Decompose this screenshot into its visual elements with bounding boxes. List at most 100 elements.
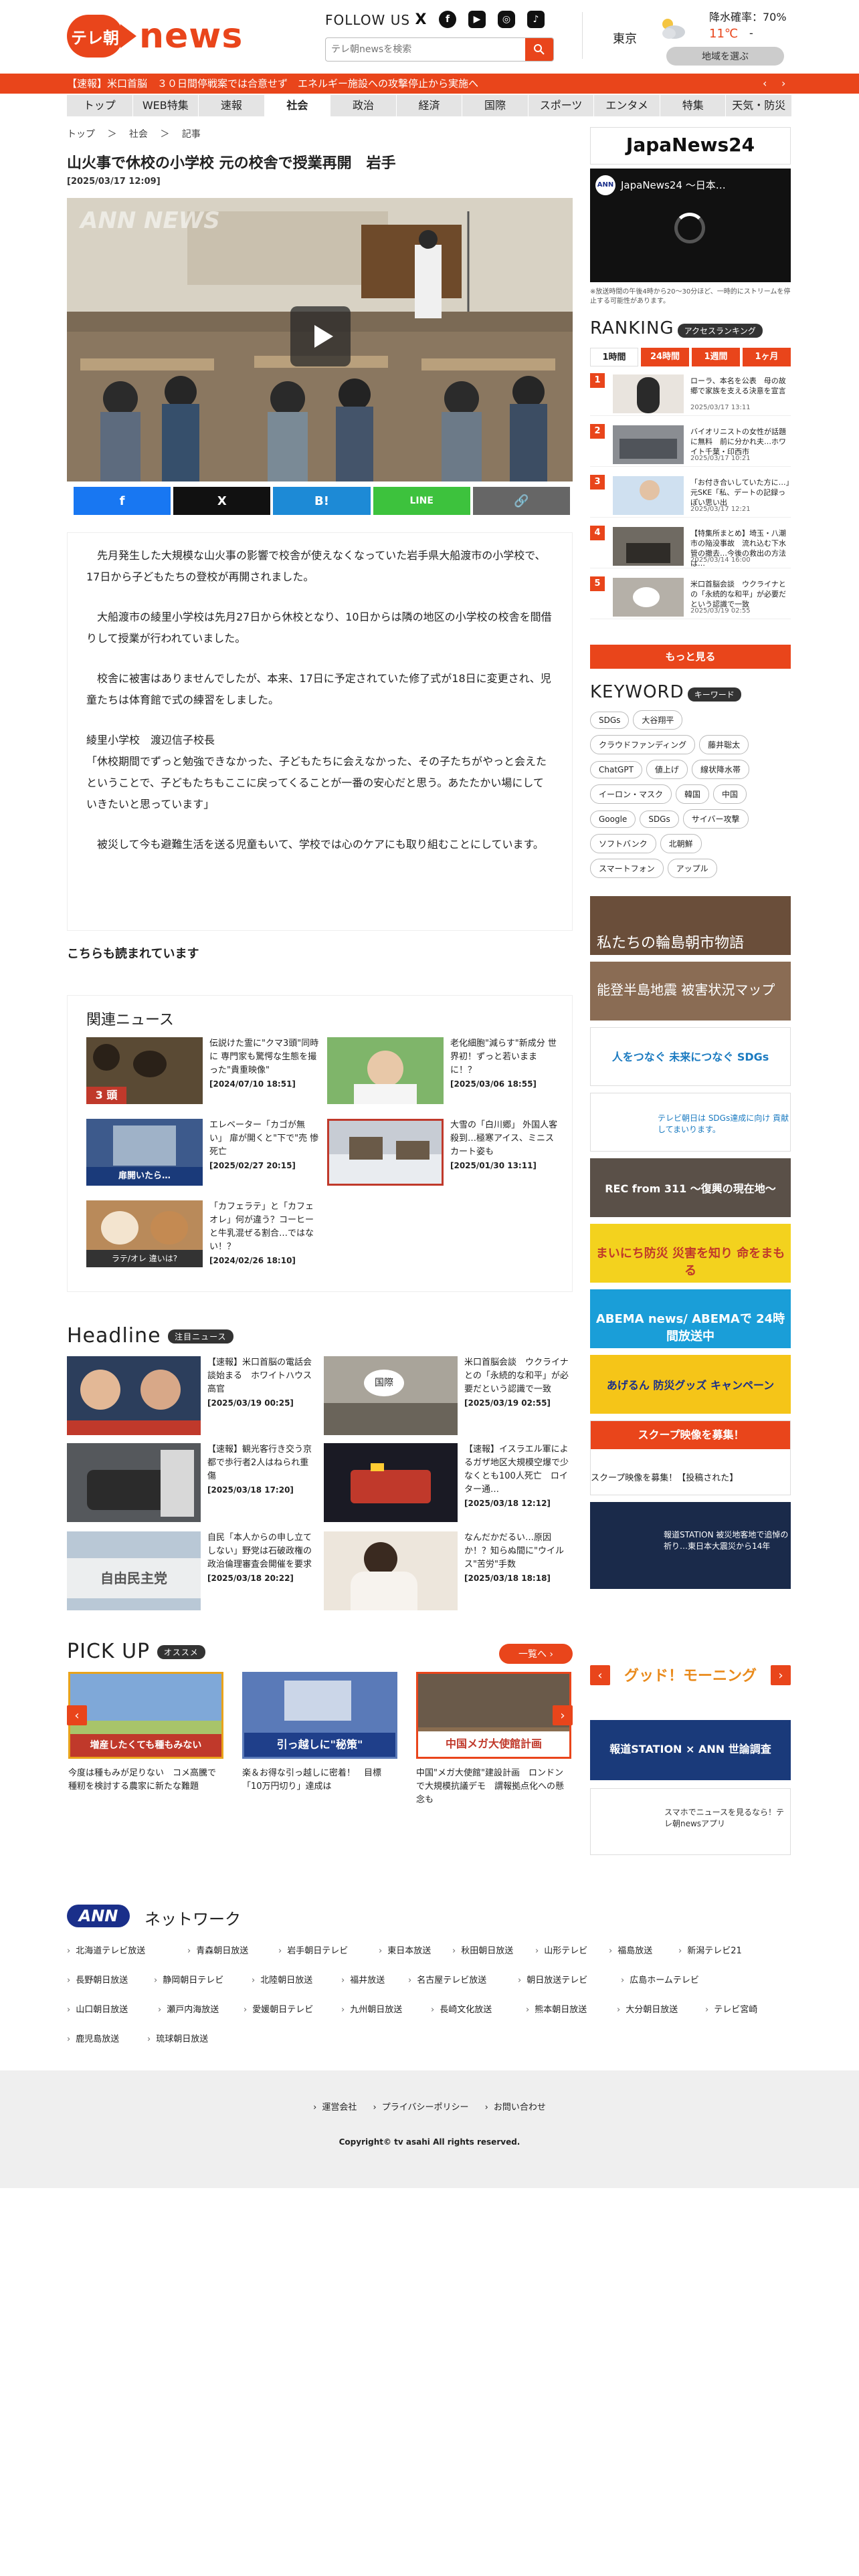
keyword-tag[interactable]: SDGs bbox=[640, 811, 679, 828]
banner-noto-map[interactable]: 能登半島地震 被害状況マップ bbox=[590, 962, 791, 1021]
live-stream-player[interactable]: ANN JapaNews24 〜日本… bbox=[590, 169, 791, 282]
tab-politics[interactable]: 政治 bbox=[330, 95, 397, 116]
keyword-tag[interactable]: 藤井聡太 bbox=[699, 735, 749, 754]
keyword-tag[interactable]: イーロン・マスク bbox=[590, 784, 672, 804]
network-station[interactable]: 福井放送 bbox=[341, 1973, 385, 1985]
tab-web-feature[interactable]: WEB特集 bbox=[133, 95, 199, 116]
tab-entertainment[interactable]: エンタメ bbox=[594, 95, 660, 116]
network-station[interactable]: 新潟テレビ21 bbox=[678, 1943, 742, 1956]
share-facebook-button[interactable]: f bbox=[74, 487, 171, 515]
ranking-item[interactable]: 3 「お付き合いしていた方に…」元SKE「私、デートの記録っぽい思い出 2025… bbox=[590, 475, 791, 518]
network-station[interactable]: 広島ホームテレビ bbox=[621, 1973, 699, 1985]
network-station[interactable]: 東日本放送 bbox=[379, 1943, 431, 1956]
related-item[interactable]: 扉開いたら… エレベーター「カゴが無い」 扉が開くと"下で"売 惨死亡 [2025… bbox=[86, 1119, 320, 1186]
banner-wajima[interactable]: 私たちの輪島朝市物語 bbox=[590, 896, 791, 955]
network-station[interactable]: テレビ宮崎 bbox=[705, 2002, 757, 2015]
article-video-player[interactable]: ANN NEWS bbox=[67, 198, 573, 481]
search-input[interactable] bbox=[331, 42, 518, 57]
keyword-tag[interactable]: SDGs bbox=[590, 712, 630, 729]
tab-society[interactable]: 社会 bbox=[264, 95, 331, 116]
breadcrumb-top[interactable]: トップ bbox=[67, 129, 95, 140]
keyword-tag[interactable]: ChatGPT bbox=[590, 761, 642, 778]
tiktok-icon[interactable]: ♪ bbox=[527, 11, 545, 28]
ranking-tab-1h[interactable]: 1時間 bbox=[590, 348, 638, 366]
keyword-tag[interactable]: ソフトバンク bbox=[590, 834, 656, 853]
network-station[interactable]: 福島放送 bbox=[609, 1943, 652, 1956]
network-station[interactable]: 愛媛朝日テレビ bbox=[244, 2002, 313, 2015]
network-station[interactable]: 山形テレビ bbox=[535, 1943, 587, 1956]
ranking-item[interactable]: 5 米口首脳会談 ウクライナとの「永続的な和平」が必要だという認識で一致 202… bbox=[590, 576, 791, 619]
banner-bousai[interactable]: まいにち防災 災害を知り 命をまもる bbox=[590, 1224, 791, 1283]
network-station[interactable]: 岩手朝日テレビ bbox=[278, 1943, 348, 1956]
keyword-tag[interactable]: 値上げ bbox=[646, 760, 688, 779]
share-line-button[interactable]: LINE bbox=[373, 487, 470, 515]
pickup-prev-button[interactable]: ‹ bbox=[67, 1705, 87, 1725]
ranking-item[interactable]: 4 【特集所まとめ】埼玉・八潮市の陥没事故 流れ込む下水管の撤去…今後の救出の方… bbox=[590, 526, 791, 568]
tab-breaking[interactable]: 速報 bbox=[199, 95, 265, 116]
banner-sdgs-contribute[interactable]: テレビ朝日は SDGs達成に向け 貢献してまいります。 bbox=[590, 1093, 791, 1152]
facebook-icon[interactable]: f bbox=[439, 11, 456, 28]
banner-abema[interactable]: ABEMA news/ ABEMAで 24時間放送中 bbox=[590, 1289, 791, 1348]
tab-international[interactable]: 国際 bbox=[462, 95, 529, 116]
related-item[interactable]: 老化細胞"減らす"新成分 世界初！ずっと若いままに！？ [2025/03/06 1… bbox=[327, 1037, 561, 1104]
keyword-tag[interactable]: クラウドファンディング bbox=[590, 735, 696, 754]
headline-item[interactable]: 国際 米口首脳会談 ウクライナとの「永続的な和平」が必要だという認識で一致 [20… bbox=[324, 1356, 573, 1435]
headline-item[interactable]: 【速報】観光客行き交う京都で歩行者2人はねられ重傷 [2025/03/18 17:… bbox=[67, 1443, 316, 1522]
related-item[interactable]: 3 頭 伝説けた霊に"クマ3頭"同時に 専門家も驚愕な生態を撮った"貴重映像" [… bbox=[86, 1037, 320, 1104]
tab-special[interactable]: 特集 bbox=[660, 95, 727, 116]
banner-good-morning[interactable]: グッド！モーニング bbox=[624, 1640, 757, 1712]
keyword-tag[interactable]: Google bbox=[590, 811, 636, 828]
network-station[interactable]: 琉球朝日放送 bbox=[147, 2032, 208, 2044]
headline-item[interactable]: 【速報】米口首脳の電話会談始まる ホワイトハウス高官 [2025/03/19 00… bbox=[67, 1356, 316, 1435]
keyword-tag[interactable]: 韓国 bbox=[676, 784, 710, 804]
instagram-icon[interactable]: ◎ bbox=[498, 11, 515, 28]
share-hatena-button[interactable]: B! bbox=[273, 487, 371, 515]
sidebar-next-button[interactable]: › bbox=[771, 1665, 791, 1685]
network-station[interactable]: 瀬戸内海放送 bbox=[158, 2002, 219, 2015]
network-station[interactable]: 鹿児島放送 bbox=[67, 2032, 119, 2044]
tab-top[interactable]: トップ bbox=[67, 95, 133, 116]
network-station[interactable]: 静岡朝日テレビ bbox=[154, 1973, 223, 1985]
keyword-tag[interactable]: 大谷翔平 bbox=[633, 710, 683, 730]
ranking-item[interactable]: 1 ローラ、本名を公表 母の故郷で家族を支える決意を宣言 2025/03/17 … bbox=[590, 373, 791, 416]
pickup-next-button[interactable]: › bbox=[553, 1705, 573, 1725]
search-button[interactable] bbox=[525, 38, 553, 61]
japanews24-logo[interactable]: JapaNews24 bbox=[590, 127, 791, 165]
network-station[interactable]: 長崎文化放送 bbox=[431, 2002, 492, 2015]
network-station[interactable]: 熊本朝日放送 bbox=[526, 2002, 587, 2015]
tab-economy[interactable]: 経済 bbox=[397, 95, 463, 116]
ranking-tab-24h[interactable]: 24時間 bbox=[641, 348, 689, 366]
ranking-more-button[interactable]: もっと見る bbox=[590, 645, 791, 669]
pickup-item[interactable]: 中国メガ大使館計画 中国"メガ大使館"建設計画 ロンドンで大規模抗議デモ 謂報拠… bbox=[416, 1672, 571, 1812]
ranking-tab-1w[interactable]: 1週間 bbox=[692, 348, 740, 366]
network-station[interactable]: 長野朝日放送 bbox=[67, 1973, 128, 1985]
breadcrumb-society[interactable]: 社会 bbox=[129, 129, 148, 140]
site-logo[interactable]: テレ朝 news bbox=[67, 15, 242, 58]
ranking-item[interactable]: 2 バイオリニストの女性が話題に無料 前に分かれ夫…ホワイト千葉・印西市 202… bbox=[590, 424, 791, 467]
footer-link-privacy[interactable]: プライバシーポリシー bbox=[373, 2103, 469, 2113]
network-station[interactable]: 北海道テレビ放送 bbox=[67, 1943, 145, 1956]
pickup-more-button[interactable]: 一覧へ › bbox=[499, 1644, 573, 1664]
pickup-item[interactable]: 引っ越しに"秘策" 楽＆お得な引っ越しに密着！ 目標「10万円切り」達成は bbox=[242, 1672, 397, 1812]
network-station[interactable]: 朝日放送テレビ bbox=[518, 1973, 587, 1985]
footer-link-company[interactable]: 運営会社 bbox=[313, 2103, 357, 2113]
related-item[interactable]: 大雪の「白川郷」 外国人客殺到…極寒アイス、ミニスカート姿も [2025/01/3… bbox=[327, 1119, 561, 1186]
breaking-news-bar[interactable]: 【速報】米口首脳 ３０日間停戦案では合意せず エネルギー施設への攻撃停止から実施… bbox=[0, 74, 859, 94]
headline-item[interactable]: 自由民主党 自民「本人からの申し立てしない」野党は石破政権の政治倫理審査会開催を… bbox=[67, 1531, 316, 1610]
headline-item[interactable]: 【速報】イスラエル軍によるガザ地区大規模空爆で少なくとも100人死亡 ロイター通… bbox=[324, 1443, 573, 1522]
tab-sports[interactable]: スポーツ bbox=[529, 95, 595, 116]
keyword-tag[interactable]: 線状降水帯 bbox=[691, 760, 749, 779]
footer-link-contact[interactable]: お問い合わせ bbox=[485, 2103, 546, 2113]
network-station[interactable]: 北陸朝日放送 bbox=[252, 1973, 312, 1985]
share-link-button[interactable]: 🔗 bbox=[472, 487, 571, 515]
keyword-tag[interactable]: アップル bbox=[667, 859, 717, 878]
banner-scoop[interactable]: スクープ映像を募集！ スクープ映像を募集！【投稿された】 bbox=[590, 1420, 791, 1495]
related-item[interactable]: ラテ/オレ 違いは? 「カフェラテ」と「カフェオレ」何が違う？コーヒーと牛乳混ぜ… bbox=[86, 1200, 320, 1267]
keyword-tag[interactable]: 中国 bbox=[713, 784, 747, 804]
banner-poll[interactable]: 報道STATION × ANN 世論調査 bbox=[590, 1720, 791, 1780]
banner-rec-311[interactable]: REC from 311 ～復興の現在地～ bbox=[590, 1158, 791, 1217]
play-button[interactable] bbox=[290, 306, 351, 366]
network-station[interactable]: 秋田朝日放送 bbox=[452, 1943, 513, 1956]
area-select-button[interactable]: 地域を選ぶ bbox=[666, 47, 784, 66]
network-station[interactable]: 青森朝日放送 bbox=[187, 1943, 248, 1956]
